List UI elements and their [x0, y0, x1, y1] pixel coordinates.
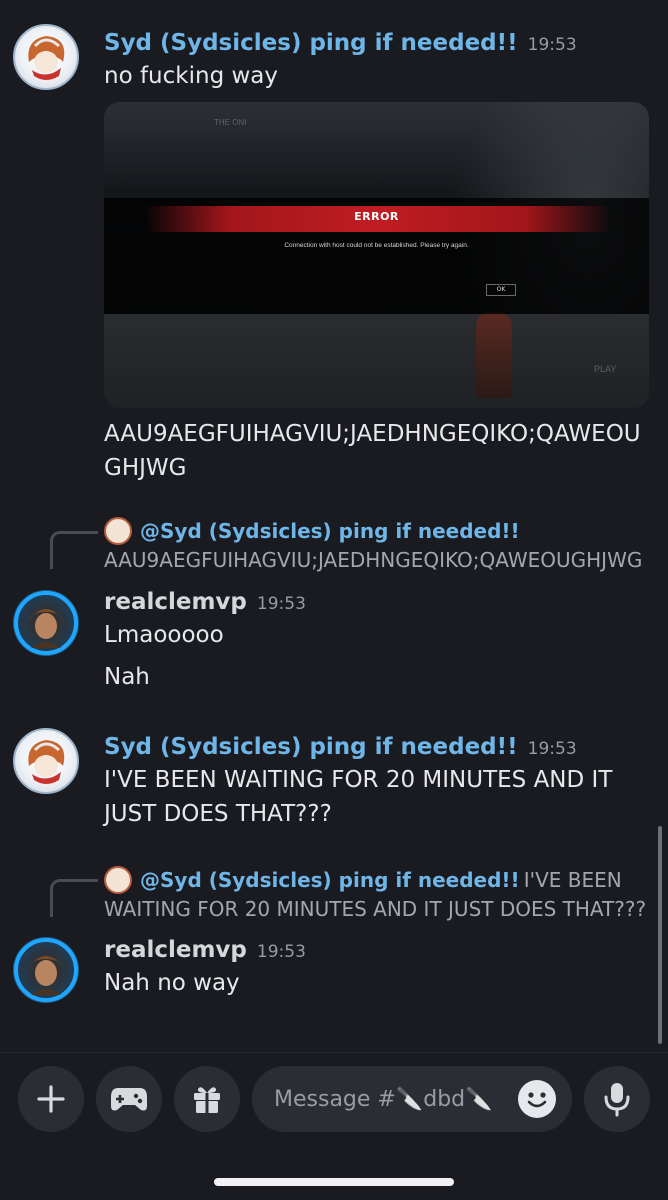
message-text: Nah: [104, 664, 150, 690]
message-author[interactable]: Syd (Sydsicles) ping if needed!! 19:53: [104, 734, 577, 760]
message-timestamp: 19:53: [527, 35, 577, 55]
gamepad-icon: [111, 1088, 147, 1111]
clem-avatar[interactable]: [13, 590, 79, 656]
message-text: I'VE BEEN WAITING FOR 20 MINUTES AND IT: [104, 767, 613, 793]
hud-killer-name: THE ONI: [214, 118, 247, 127]
message-text: JUST DOES THAT???: [104, 801, 332, 827]
reply-snippet[interactable]: AAU9AEGFUIHAGVIU;JAEDHNGEQIKO;QAWEOUGHJW…: [104, 546, 642, 575]
message-text: no fucking way: [104, 63, 278, 89]
message-author[interactable]: realclemvp 19:53: [104, 589, 306, 615]
clem-avatar-art: [14, 591, 78, 655]
message-text: AAU9AEGFUIHAGVIU;JAEDHNGEQIKO;QAWEOU: [104, 421, 641, 447]
gift-button[interactable]: [174, 1066, 240, 1132]
image-attachment[interactable]: THE ONI ERROR Connection with host could…: [104, 102, 649, 408]
plus-icon: [37, 1085, 65, 1113]
gift-icon: [194, 1087, 220, 1113]
message-timestamp: 19:53: [527, 739, 577, 759]
message-author[interactable]: Syd (Sydsicles) ping if needed!! 19:53: [104, 30, 577, 56]
syd-avatar[interactable]: [13, 24, 79, 90]
message-group: Syd (Sydsicles) ping if needed!! 19:53 no…: [0, 0, 668, 490]
error-title: ERROR: [354, 210, 399, 223]
killer-figure: [476, 312, 512, 398]
reply-connector: [50, 531, 98, 569]
author-name[interactable]: Syd (Sydsicles) ping if needed!!: [104, 734, 518, 760]
voice-message-button[interactable]: [584, 1066, 650, 1132]
message-feed[interactable]: Syd (Sydsicles) ping if needed!! 19:53 no…: [0, 0, 668, 1052]
syd-avatar-art: [28, 740, 65, 784]
emoji-icon: [527, 1092, 547, 1108]
author-name[interactable]: realclemvp: [104, 937, 247, 963]
error-message: Connection with host could not be establ…: [284, 242, 469, 249]
emoji-button[interactable]: [518, 1080, 556, 1118]
reply-mention[interactable]: @Syd (Sydsicles) ping if needed!!: [140, 519, 520, 543]
reply-avatar: [104, 866, 132, 894]
error-ok-button: OK: [486, 284, 516, 296]
message-text: Nah no way: [104, 970, 240, 996]
author-name[interactable]: Syd (Sydsicles) ping if needed!!: [104, 30, 518, 56]
reply-avatar: [104, 517, 132, 545]
activities-button[interactable]: [96, 1066, 162, 1132]
message-author[interactable]: realclemvp 19:53: [104, 937, 306, 963]
scrollbar[interactable]: [658, 826, 662, 1044]
reply-snippet[interactable]: WAITING FOR 20 MINUTES AND IT JUST DOES …: [104, 895, 646, 924]
message-text: GHJWG: [104, 455, 187, 481]
reply-mention-text[interactable]: @Syd (Sydsicles) ping if needed!!: [140, 868, 520, 892]
message-placeholder: Message #🔪dbd🔪: [274, 1086, 493, 1112]
author-name[interactable]: realclemvp: [104, 589, 247, 615]
message-timestamp: 19:53: [256, 942, 306, 962]
home-indicator[interactable]: [214, 1178, 454, 1186]
clem-avatar-art: [14, 938, 78, 1002]
reply-mention[interactable]: @Syd (Sydsicles) ping if needed!! I'VE BE…: [140, 868, 622, 892]
ground-area: [104, 314, 649, 408]
syd-avatar-art: [28, 36, 65, 80]
add-button[interactable]: [18, 1066, 84, 1132]
reply-connector: [50, 879, 98, 917]
hud-play-label: PLAY: [594, 364, 617, 374]
message-timestamp: 19:53: [256, 594, 306, 614]
syd-avatar[interactable]: [13, 728, 79, 794]
reply-snippet[interactable]: I'VE BEEN: [524, 868, 622, 892]
message-text: Lmaooooo: [104, 622, 224, 648]
microphone-icon: [604, 1083, 630, 1117]
clem-avatar[interactable]: [13, 937, 79, 1003]
